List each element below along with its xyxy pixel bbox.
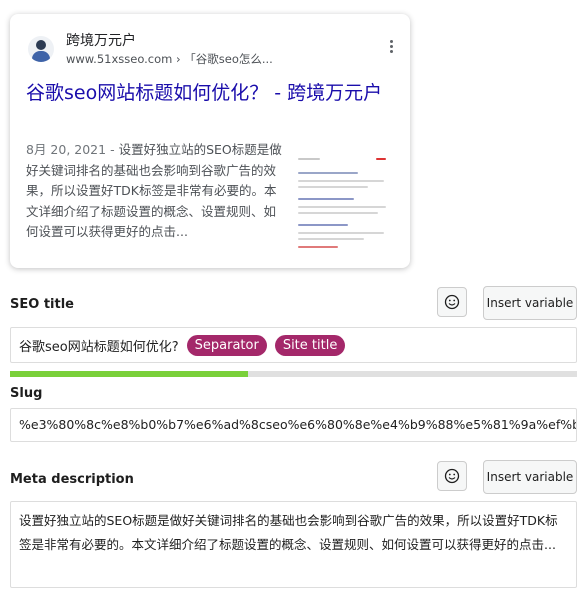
seo-title-length-bar: [10, 371, 577, 377]
serp-preview-card: 跨境万元户 www.51xsseo.com › 「谷歌seo怎么... 谷歌se…: [10, 14, 410, 268]
kebab-icon[interactable]: [388, 40, 394, 56]
serp-snippet: 8月 20, 2021 - 设置好独立站的SEO标题是做好关键词排名的基础也会影…: [26, 140, 284, 243]
seo-title-emoji-button[interactable]: [437, 287, 467, 317]
site-url: www.51xsseo.com › 「谷歌seo怎么...: [66, 52, 273, 66]
meta-description-input[interactable]: 设置好独立站的SEO标题是做好关键词排名的基础也会影响到谷歌广告的效果，所以设置…: [10, 501, 577, 588]
serp-date: 8月 20, 2021: [26, 142, 107, 157]
smiley-icon: [444, 294, 460, 310]
meta-emoji-button[interactable]: [437, 461, 467, 491]
date-separator: -: [106, 142, 119, 157]
seo-title-length-fill: [10, 371, 249, 377]
slug-input[interactable]: %e3%80%8c%e8%b0%b7%e6%ad%8cseo%e6%80%8e%…: [10, 408, 577, 442]
site-title-chip[interactable]: Site title: [274, 334, 346, 356]
site-favicon: [28, 36, 54, 62]
seo-title-insert-variable-button[interactable]: Insert variable: [483, 286, 577, 320]
smiley-icon: [444, 468, 460, 484]
meta-description-label: Meta description: [10, 472, 134, 487]
separator-chip[interactable]: Separator: [186, 334, 267, 356]
seo-title-label: SEO title: [10, 297, 74, 312]
slug-label: Slug: [10, 386, 43, 401]
site-name: 跨境万元户: [66, 33, 136, 49]
serp-thumbnail: [290, 148, 394, 254]
meta-insert-variable-button[interactable]: Insert variable: [483, 460, 577, 494]
seo-title-input[interactable]: 谷歌seo网站标题如何优化? Separator Site title: [10, 327, 577, 363]
seo-title-text: 谷歌seo网站标题如何优化?: [19, 339, 179, 355]
serp-title-link[interactable]: 谷歌seo网站标题如何优化？ - 跨境万元户: [26, 80, 386, 106]
